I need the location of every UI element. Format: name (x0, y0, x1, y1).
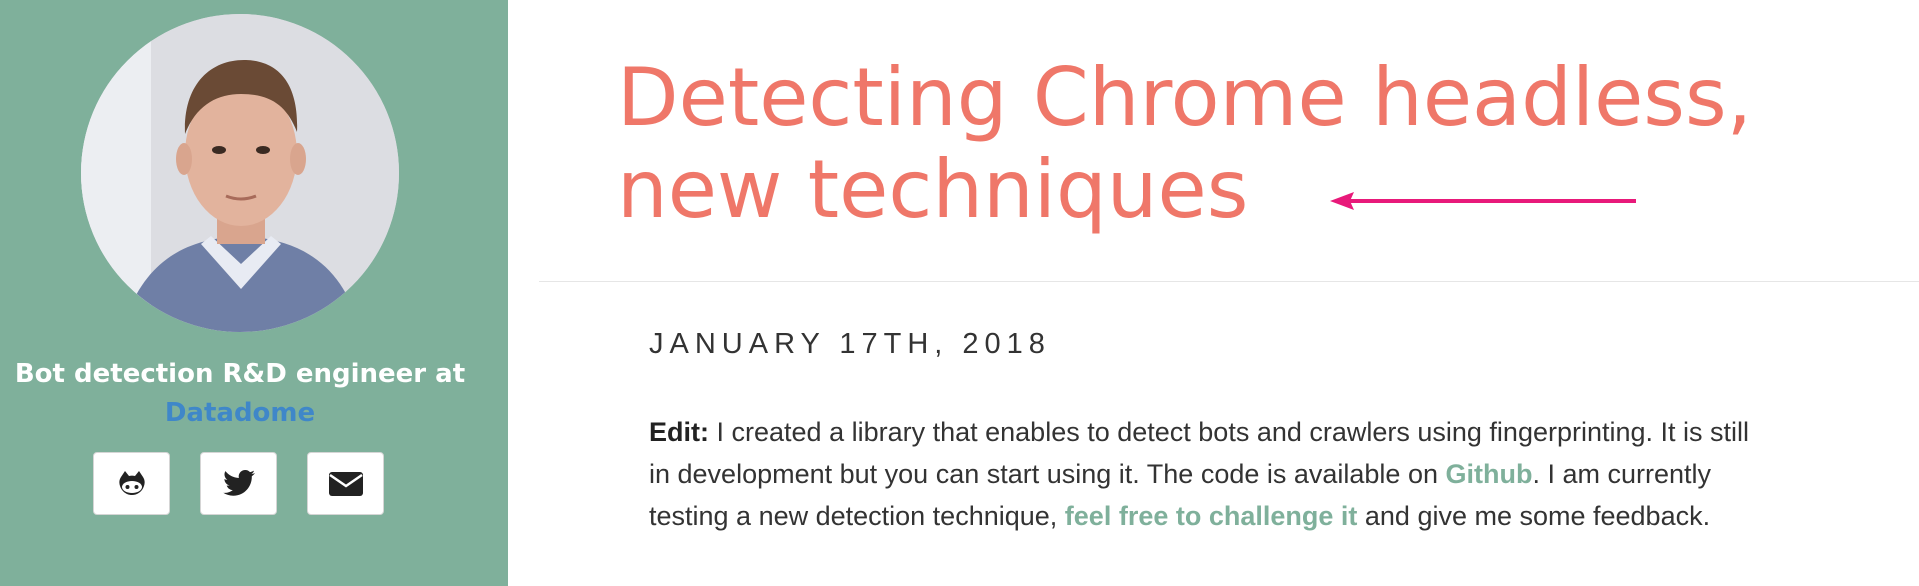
author-tagline: Bot detection R&D engineer at Datadome (0, 355, 480, 433)
twitter-button[interactable] (200, 452, 277, 515)
twitter-icon (222, 469, 255, 496)
email-button[interactable] (307, 452, 384, 515)
avatar-photo (81, 14, 399, 332)
title-line-2: new techniques (617, 143, 1249, 236)
datadome-link[interactable]: Datadome (0, 394, 480, 433)
page: Bot detection R&D engineer at Datadome D… (0, 0, 1919, 586)
title-line-1: Detecting Chrome headless, (617, 51, 1753, 144)
post-date: JANUARY 17TH, 2018 (649, 328, 1051, 360)
envelope-icon (328, 471, 363, 496)
avatar (81, 14, 399, 332)
edit-label: Edit: (649, 417, 709, 447)
divider (539, 281, 1919, 282)
challenge-link[interactable]: feel free to challenge it (1065, 501, 1358, 531)
para-text-3: and give me some feedback. (1357, 501, 1711, 531)
github-button[interactable] (93, 452, 170, 515)
tagline-text: Bot detection R&D engineer at (14, 359, 466, 389)
github-icon (118, 470, 145, 495)
sidebar: Bot detection R&D engineer at Datadome (0, 0, 508, 586)
edit-paragraph: Edit: I created a library that enables t… (649, 411, 1759, 537)
annotation-arrow (1330, 192, 1636, 210)
github-link[interactable]: Github (1446, 459, 1533, 489)
post-title: Detecting Chrome headless, new technique… (617, 52, 1907, 236)
